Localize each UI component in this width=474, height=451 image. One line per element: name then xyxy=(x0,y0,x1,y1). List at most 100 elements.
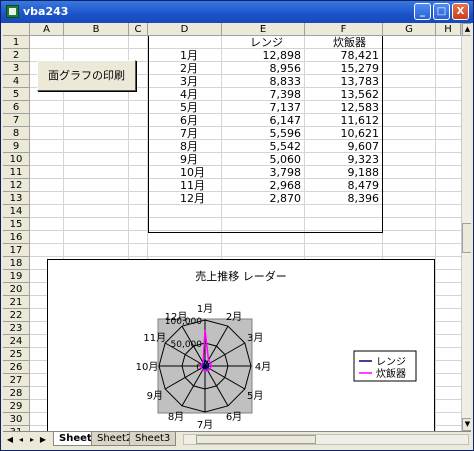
row-header-19[interactable]: 19 xyxy=(3,270,30,283)
row-header-21[interactable]: 21 xyxy=(3,296,30,309)
minimize-button[interactable]: _ xyxy=(414,3,431,20)
header-cell-rice-cooker[interactable]: 炊飯器 xyxy=(305,36,383,49)
rice-cooker-value-cell[interactable]: 13,562 xyxy=(305,88,383,101)
range-value-cell[interactable]: 8,833 xyxy=(222,75,305,88)
row-header-3[interactable]: 3 xyxy=(3,62,30,75)
row-header-22[interactable]: 22 xyxy=(3,309,30,322)
column-header-f[interactable]: F xyxy=(305,23,383,36)
first-sheet-icon[interactable]: ◀ xyxy=(5,433,15,446)
range-value-cell[interactable]: 5,596 xyxy=(222,127,305,140)
title-bar[interactable]: vba243 _ □ X xyxy=(1,1,473,23)
row-header-28[interactable]: 28 xyxy=(3,387,30,400)
row-header-9[interactable]: 9 xyxy=(3,140,30,153)
horizontal-scroll-thumb[interactable] xyxy=(196,435,316,444)
close-button[interactable]: X xyxy=(452,3,469,20)
range-value-cell[interactable]: 2,968 xyxy=(222,179,305,192)
month-cell[interactable]: 6月 xyxy=(148,114,222,127)
range-value-cell[interactable]: 12,898 xyxy=(222,49,305,62)
row-header-10[interactable]: 10 xyxy=(3,153,30,166)
column-header-b[interactable]: B xyxy=(64,23,129,36)
column-header-a[interactable]: A xyxy=(30,23,64,36)
month-cell[interactable]: 10月 xyxy=(148,166,222,179)
row-header-8[interactable]: 8 xyxy=(3,127,30,140)
vertical-scroll-thumb[interactable] xyxy=(462,223,471,253)
month-cell[interactable]: 2月 xyxy=(148,62,222,75)
row-header-7[interactable]: 7 xyxy=(3,114,30,127)
rice-cooker-value-cell[interactable]: 78,421 xyxy=(305,49,383,62)
rice-cooker-value-cell[interactable]: 11,612 xyxy=(305,114,383,127)
select-all-corner[interactable] xyxy=(3,23,30,36)
row-header-6[interactable]: 6 xyxy=(3,101,30,114)
range-value-cell[interactable]: 5,542 xyxy=(222,140,305,153)
range-value-cell[interactable]: 6,147 xyxy=(222,114,305,127)
row-header-11[interactable]: 11 xyxy=(3,166,30,179)
row-header-18[interactable]: 18 xyxy=(3,257,30,270)
row-header-1[interactable]: 1 xyxy=(3,36,30,49)
month-cell[interactable]: 4月 xyxy=(148,88,222,101)
row-header-23[interactable]: 23 xyxy=(3,322,30,335)
month-cell[interactable]: 9月 xyxy=(148,153,222,166)
rice-cooker-value-cell[interactable]: 8,479 xyxy=(305,179,383,192)
tab-sheet3[interactable]: Sheet3 xyxy=(129,432,177,446)
rice-cooker-value-cell[interactable]: 10,621 xyxy=(305,127,383,140)
row-header-5[interactable]: 5 xyxy=(3,88,30,101)
category-label: 1月 xyxy=(197,303,213,315)
month-cell[interactable]: 3月 xyxy=(148,75,222,88)
vertical-scrollbar[interactable]: ▲ ▼ xyxy=(461,23,471,431)
row-header-16[interactable]: 16 xyxy=(3,231,30,244)
row-header-26[interactable]: 26 xyxy=(3,361,30,374)
print-area-chart-button[interactable]: 面グラフの印刷 xyxy=(37,60,136,91)
range-value-cell[interactable]: 3,798 xyxy=(222,166,305,179)
horizontal-scrollbar[interactable] xyxy=(183,434,469,445)
rice-cooker-value-cell[interactable]: 15,279 xyxy=(305,62,383,75)
month-cell[interactable]: 5月 xyxy=(148,101,222,114)
column-header-e[interactable]: E xyxy=(222,23,305,36)
row-header-30[interactable]: 30 xyxy=(3,413,30,426)
column-header-c[interactable]: C xyxy=(129,23,148,36)
row-header-4[interactable]: 4 xyxy=(3,75,30,88)
scroll-up-arrow-icon[interactable]: ▲ xyxy=(462,23,471,36)
rice-cooker-value-cell[interactable]: 13,783 xyxy=(305,75,383,88)
row-header-24[interactable]: 24 xyxy=(3,335,30,348)
column-header-h[interactable]: H xyxy=(436,23,461,36)
rice-cooker-value-cell[interactable]: 12,583 xyxy=(305,101,383,114)
header-cell-range[interactable]: レンジ xyxy=(222,36,305,49)
grid-row-line xyxy=(30,256,471,257)
column-header-d[interactable]: D xyxy=(148,23,222,36)
column-header-g[interactable]: G xyxy=(383,23,436,36)
month-cell[interactable]: 1月 xyxy=(148,49,222,62)
row-header-25[interactable]: 25 xyxy=(3,348,30,361)
range-value-cell[interactable]: 2,870 xyxy=(222,192,305,205)
row-header-2[interactable]: 2 xyxy=(3,49,30,62)
range-value-cell[interactable]: 7,137 xyxy=(222,101,305,114)
row-header-12[interactable]: 12 xyxy=(3,179,30,192)
row-header-29[interactable]: 29 xyxy=(3,400,30,413)
row-header-27[interactable]: 27 xyxy=(3,374,30,387)
row-header-13[interactable]: 13 xyxy=(3,192,30,205)
month-cell[interactable]: 7月 xyxy=(148,127,222,140)
row-header-15[interactable]: 15 xyxy=(3,218,30,231)
range-value-cell[interactable]: 7,398 xyxy=(222,88,305,101)
last-sheet-icon[interactable]: ▶ xyxy=(38,433,48,446)
excel-app-icon[interactable] xyxy=(6,5,19,18)
worksheet-grid[interactable]: ABCDEFGH 1 2 3 4 5 6 7 8 9 10 11 12 13 14 15 16 17 18 19 20… xyxy=(3,23,471,431)
rice-cooker-value-cell[interactable]: 9,607 xyxy=(305,140,383,153)
radar-chart[interactable]: 売上推移 レーダー 1月 2月 3月 4月 5月 6月 7月 8月 9月 10月 11月 12月 100… xyxy=(47,259,435,431)
scroll-down-arrow-icon[interactable]: ▼ xyxy=(462,418,471,431)
rice-cooker-value-cell[interactable]: 8,396 xyxy=(305,192,383,205)
rice-cooker-value-cell[interactable]: 9,323 xyxy=(305,153,383,166)
category-label: 7月 xyxy=(197,419,213,431)
prev-sheet-icon[interactable]: ◂ xyxy=(16,433,26,446)
next-sheet-icon[interactable]: ▸ xyxy=(27,433,37,446)
month-cell[interactable]: 8月 xyxy=(148,140,222,153)
month-cell[interactable]: 12月 xyxy=(148,192,222,205)
row-header-20[interactable]: 20 xyxy=(3,283,30,296)
maximize-button[interactable]: □ xyxy=(433,3,450,20)
rice-cooker-value-cell[interactable]: 9,188 xyxy=(305,166,383,179)
range-value-cell[interactable]: 8,956 xyxy=(222,62,305,75)
month-cell[interactable]: 11月 xyxy=(148,179,222,192)
row-header-17[interactable]: 17 xyxy=(3,244,30,257)
category-label: 9月 xyxy=(147,390,163,402)
row-header-14[interactable]: 14 xyxy=(3,205,30,218)
range-value-cell[interactable]: 5,060 xyxy=(222,153,305,166)
